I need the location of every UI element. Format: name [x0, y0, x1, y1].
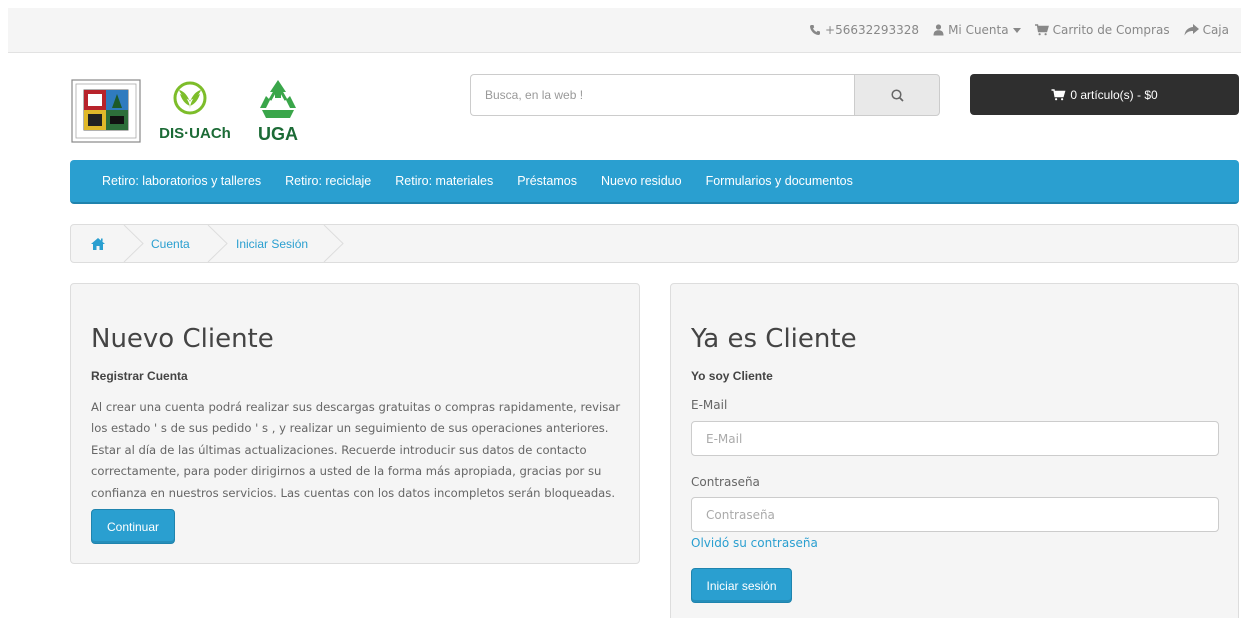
- password-field[interactable]: [691, 497, 1219, 532]
- new-customer-description: Al crear una cuenta podrá realizar sus d…: [91, 397, 621, 504]
- checkout-label: Caja: [1202, 23, 1229, 37]
- my-account-label: Mi Cuenta: [948, 23, 1009, 37]
- register-account-heading: Registrar Cuenta: [91, 369, 188, 383]
- uga-text: UGA: [258, 124, 298, 144]
- password-label: Contraseña: [691, 475, 760, 489]
- checkout-link[interactable]: Caja: [1184, 23, 1229, 37]
- shopping-cart-label: Carrito de Compras: [1052, 23, 1170, 37]
- returning-customer-heading: Yo soy Cliente: [691, 369, 773, 383]
- breadcrumb-separator: [323, 225, 344, 262]
- new-customer-panel: Nuevo Cliente Registrar Cuenta Al crear …: [70, 283, 640, 564]
- nav-item-formularios[interactable]: Formularios y documentos: [694, 174, 865, 188]
- new-customer-title: Nuevo Cliente: [91, 324, 274, 354]
- phone-icon: [810, 25, 821, 35]
- shopping-cart-icon: [1051, 88, 1066, 100]
- main-nav: Retiro: laboratorios y talleres Retiro: …: [70, 160, 1239, 204]
- description-line: Estar al día de las últimas actualizacio…: [91, 442, 587, 457]
- cart-summary-button[interactable]: 0 artículo(s) - $0: [970, 74, 1239, 115]
- returning-customer-panel: Ya es Cliente Yo soy Cliente E-Mail Cont…: [670, 283, 1239, 618]
- continue-button[interactable]: Continuar: [91, 509, 175, 544]
- shopping-cart-icon: [1034, 24, 1049, 36]
- university-crest-logo: [71, 79, 141, 143]
- breadcrumb-item-cuenta[interactable]: Cuenta: [151, 225, 190, 262]
- shopping-cart-link[interactable]: Carrito de Compras: [1034, 23, 1170, 37]
- login-button[interactable]: Iniciar sesión: [691, 568, 792, 603]
- breadcrumb-home[interactable]: [91, 225, 105, 262]
- email-label: E-Mail: [691, 398, 728, 412]
- returning-customer-title: Ya es Cliente: [691, 324, 857, 354]
- uga-recycle-logo: UGA: [258, 80, 298, 144]
- home-icon: [91, 237, 105, 250]
- nav-item-nuevo-residuo[interactable]: Nuevo residuo: [589, 174, 694, 188]
- email-field[interactable]: [691, 421, 1219, 456]
- top-links: +56632293328 Mi Cuenta Carrito de Compra…: [809, 23, 1229, 37]
- description-line: Al crear una cuenta podrá realizar sus d…: [91, 400, 621, 414]
- breadcrumb-separator: [207, 225, 228, 262]
- my-account-dropdown[interactable]: Mi Cuenta: [933, 23, 1021, 37]
- caret-down-icon: [1012, 27, 1021, 33]
- top-bar: +56632293328 Mi Cuenta Carrito de Compra…: [8, 8, 1241, 53]
- search-button[interactable]: [854, 74, 940, 116]
- nav-item-retiro-reciclaje[interactable]: Retiro: reciclaje: [273, 174, 383, 188]
- phone-number: +56632293328: [825, 23, 920, 37]
- search-box: [470, 74, 940, 116]
- nav-item-retiro-laboratorios[interactable]: Retiro: laboratorios y talleres: [90, 174, 273, 188]
- search-icon: [890, 88, 904, 102]
- user-icon: [933, 24, 944, 36]
- search-input[interactable]: [470, 74, 854, 116]
- share-arrow-icon: [1184, 24, 1199, 36]
- breadcrumb-item-iniciar-sesion[interactable]: Iniciar Sesión: [236, 225, 308, 262]
- nav-item-prestamos[interactable]: Préstamos: [505, 174, 589, 188]
- nav-item-retiro-materiales[interactable]: Retiro: materiales: [383, 174, 505, 188]
- dis-uach-logo: DIS·UACh: [159, 81, 231, 142]
- description-line: correctamente, para poder dirigirnos a u…: [91, 464, 602, 479]
- description-line: los estado ' s de sus pedido ' s , y rea…: [91, 421, 609, 436]
- breadcrumb-separator: [123, 225, 144, 262]
- cart-summary-label: 0 artículo(s) - $0: [1070, 87, 1158, 102]
- forgot-password-link[interactable]: Olvidó su contraseña: [691, 536, 818, 550]
- description-line: confianza en nuestros servicios. Las cue…: [91, 485, 616, 500]
- dis-uach-text: DIS·UACh: [159, 125, 231, 142]
- logo-area[interactable]: DIS·UACh UGA: [70, 74, 310, 146]
- phone-link[interactable]: +56632293328: [809, 23, 919, 37]
- breadcrumb: Cuenta Iniciar Sesión: [70, 224, 1239, 263]
